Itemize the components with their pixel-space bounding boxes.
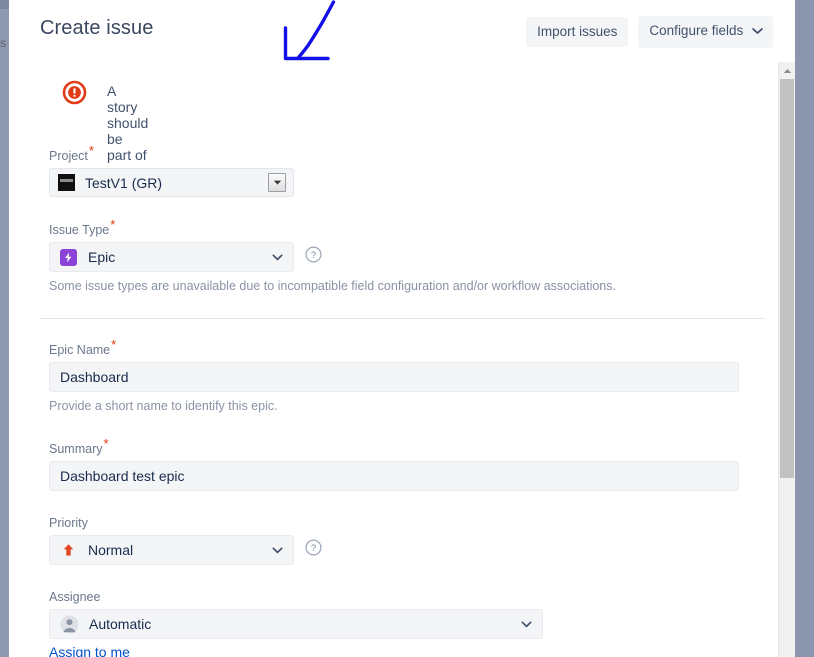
field-project: Project* TestV1 (GR) <box>49 144 294 197</box>
scrollbar-thumb[interactable] <box>780 79 794 478</box>
configure-fields-label: Configure fields <box>649 23 744 38</box>
svg-text:?: ? <box>311 250 316 261</box>
issue-type-help-text: Some issue types are unavailable due to … <box>49 279 616 293</box>
dialog-header: Create issue Import issues Configure fie… <box>9 0 795 62</box>
issue-type-select[interactable]: Epic <box>49 242 294 272</box>
priority-label-text: Priority <box>49 516 88 530</box>
import-issues-button[interactable]: Import issues <box>526 17 629 47</box>
backdrop-ghost-text: s <box>0 36 6 50</box>
section-divider <box>40 318 765 319</box>
dialog-scrollbar[interactable] <box>778 62 795 657</box>
priority-major-arrow-icon <box>60 542 77 559</box>
project-required-asterisk: * <box>88 142 94 158</box>
epic-name-required-asterisk: * <box>111 336 117 352</box>
person-avatar-icon <box>60 615 79 634</box>
assignee-chevron-down-icon <box>521 620 532 628</box>
issue-type-label: Issue Type* <box>49 218 749 238</box>
issue-type-chevron-down-icon <box>272 253 283 261</box>
field-issue-type: Issue Type* Epic Some issue types are un… <box>49 218 749 294</box>
summary-label: Summary* <box>49 437 739 457</box>
summary-label-text: Summary <box>49 442 103 456</box>
epic-name-label-text: Epic Name <box>49 343 111 357</box>
assign-to-me-link[interactable]: Assign to me <box>49 644 130 657</box>
epic-type-icon <box>60 248 77 266</box>
project-label-text: Project <box>49 149 88 163</box>
epic-name-help-text: Provide a short name to identify this ep… <box>49 399 278 413</box>
page-backdrop-topbar <box>0 0 9 9</box>
project-dropdown-arrow-icon[interactable] <box>268 173 286 192</box>
field-epic-name: Epic Name* Provide a short name to ident… <box>49 338 739 414</box>
error-circle-icon <box>62 80 87 105</box>
issue-type-required-asterisk: * <box>110 216 116 232</box>
field-priority: Priority Normal <box>49 516 294 565</box>
issue-type-selected-value: Epic <box>88 249 116 265</box>
priority-help-icon[interactable]: ? <box>305 539 322 556</box>
priority-selected-value: Normal <box>88 542 134 558</box>
screenshot-root: s Create issue Import issues Configure f… <box>0 0 814 657</box>
epic-name-input[interactable] <box>49 362 739 392</box>
svg-text:?: ? <box>311 543 316 554</box>
project-selected-value: TestV1 (GR) <box>85 174 163 191</box>
dialog-body: A story should be part of an epic Projec… <box>9 62 795 657</box>
priority-select[interactable]: Normal <box>49 535 294 565</box>
epic-name-label: Epic Name* <box>49 338 739 358</box>
page-backdrop <box>0 0 9 657</box>
create-issue-dialog: Create issue Import issues Configure fie… <box>9 0 795 657</box>
assignee-label-text: Assignee <box>49 590 101 604</box>
priority-chevron-down-icon <box>272 546 283 554</box>
priority-label: Priority <box>49 516 294 531</box>
project-avatar-icon <box>58 174 75 191</box>
issue-type-help-icon[interactable]: ? <box>305 246 322 263</box>
assignee-selected-value: Automatic <box>89 616 152 632</box>
field-summary: Summary* <box>49 437 739 491</box>
project-select[interactable]: TestV1 (GR) <box>49 168 294 197</box>
scroll-up-arrow-icon[interactable] <box>779 62 795 79</box>
import-issues-label: Import issues <box>537 24 618 39</box>
project-label: Project* <box>49 144 294 164</box>
summary-required-asterisk: * <box>103 435 109 451</box>
field-assignee: Assignee Automatic <box>49 590 543 639</box>
assignee-label: Assignee <box>49 590 543 605</box>
configure-fields-button[interactable]: Configure fields <box>638 16 773 48</box>
issue-type-label-text: Issue Type <box>49 223 110 237</box>
header-actions: Import issues Configure fields <box>526 16 773 48</box>
page-title: Create issue <box>40 17 154 39</box>
assignee-select[interactable]: Automatic <box>49 609 543 639</box>
chevron-down-icon <box>752 24 763 39</box>
summary-input[interactable] <box>49 461 739 491</box>
